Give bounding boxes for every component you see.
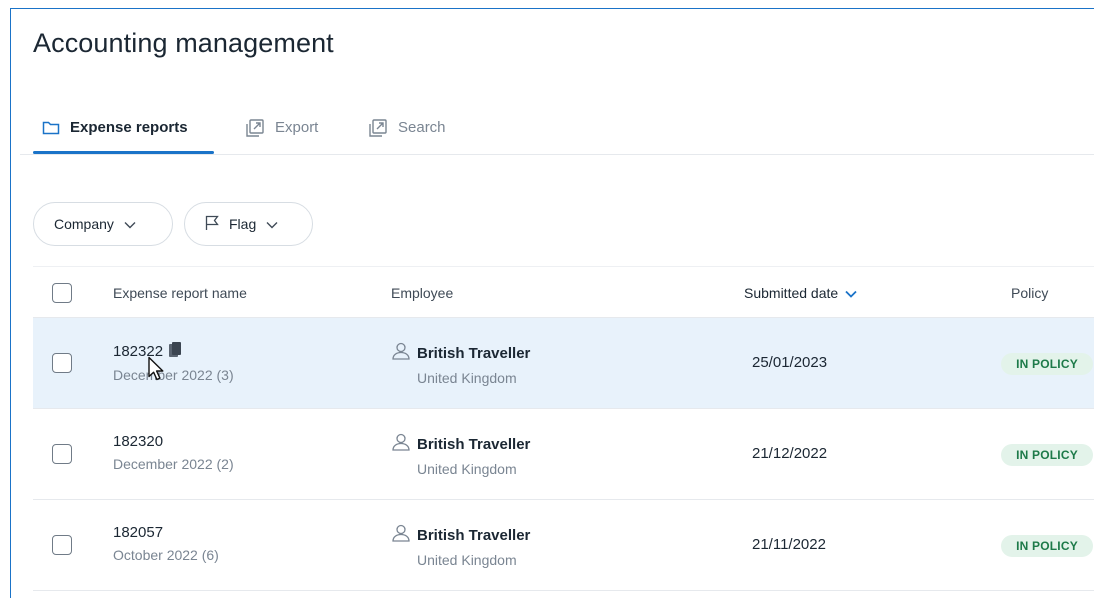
receipt-icon [169, 342, 182, 361]
column-header-employee[interactable]: Employee [391, 267, 453, 319]
report-name-cell[interactable]: 182320 December 2022 (2) [113, 433, 234, 472]
row-checkbox[interactable] [52, 353, 72, 373]
row-checkbox[interactable] [52, 535, 72, 555]
report-period: December 2022 (3) [113, 367, 234, 383]
tab-label: Export [275, 119, 319, 136]
user-icon [391, 342, 411, 364]
expense-reports-table: Expense report name Employee Submitted d… [33, 266, 1094, 591]
column-header-submitted-date[interactable]: Submitted date [744, 267, 857, 319]
tab-export[interactable]: Export [245, 100, 318, 155]
employee-country: United Kingdom [417, 370, 517, 386]
policy-status-badge: IN POLICY [1001, 535, 1093, 557]
flag-filter-label: Flag [229, 216, 257, 232]
employee-cell: British Traveller United Kingdom [391, 524, 530, 568]
table-row[interactable]: 182057 October 2022 (6) British Travelle… [33, 500, 1094, 591]
employee-name: British Traveller [417, 435, 531, 453]
flag-icon [205, 215, 219, 234]
tab-label: Search [398, 119, 446, 136]
row-checkbox[interactable] [52, 444, 72, 464]
company-filter-label: Company [54, 216, 114, 232]
submitted-date: 21/12/2022 [752, 445, 828, 462]
employee-cell: British Traveller United Kingdom [391, 433, 530, 477]
report-name-cell[interactable]: 182322 December 2022 (3) [113, 342, 234, 383]
submitted-date: 25/01/2023 [752, 354, 828, 371]
employee-name: British Traveller [417, 344, 531, 362]
report-id[interactable]: 182057 [113, 524, 163, 541]
tab-label: Expense reports [70, 119, 188, 136]
window-left-border [10, 8, 11, 598]
table-row[interactable]: 182322 December 2022 (3) British Travell… [33, 318, 1094, 409]
employee-country: United Kingdom [417, 461, 517, 477]
report-period: December 2022 (2) [113, 456, 234, 472]
user-icon [391, 524, 411, 546]
tab-search[interactable]: Search [368, 100, 446, 155]
chevron-down-icon [266, 216, 278, 232]
user-icon [391, 433, 411, 455]
table-row[interactable]: 182320 December 2022 (2) British Travell… [33, 409, 1094, 500]
mouse-pointer-icon [147, 356, 167, 387]
page-title: Accounting management [33, 28, 334, 58]
external-link-icon [245, 118, 265, 138]
report-name-cell[interactable]: 182057 October 2022 (6) [113, 524, 219, 563]
employee-country: United Kingdom [417, 552, 517, 568]
table-header: Expense report name Employee Submitted d… [33, 266, 1094, 318]
select-all-checkbox[interactable] [52, 283, 72, 303]
chevron-down-icon [124, 216, 136, 232]
policy-status-badge: IN POLICY [1001, 353, 1093, 375]
active-tab-indicator [33, 151, 214, 154]
submitted-date: 21/11/2022 [752, 536, 826, 553]
employee-name: British Traveller [417, 526, 531, 544]
company-filter[interactable]: Company [33, 202, 173, 246]
flag-filter[interactable]: Flag [184, 202, 313, 246]
report-id[interactable]: 182320 [113, 433, 163, 450]
tab-expense-reports[interactable]: Expense reports [42, 100, 188, 155]
sort-descending-icon [845, 285, 857, 301]
folder-icon [42, 120, 60, 136]
employee-cell: British Traveller United Kingdom [391, 342, 530, 386]
window-top-border [10, 8, 1094, 9]
column-header-policy[interactable]: Policy [1011, 267, 1048, 319]
report-period: October 2022 (6) [113, 547, 219, 563]
column-header-label: Submitted date [744, 285, 839, 301]
external-link-icon [368, 118, 388, 138]
tab-bar: Expense reports Export Search [20, 100, 1094, 155]
policy-status-badge: IN POLICY [1001, 444, 1093, 466]
column-header-name[interactable]: Expense report name [113, 267, 247, 319]
